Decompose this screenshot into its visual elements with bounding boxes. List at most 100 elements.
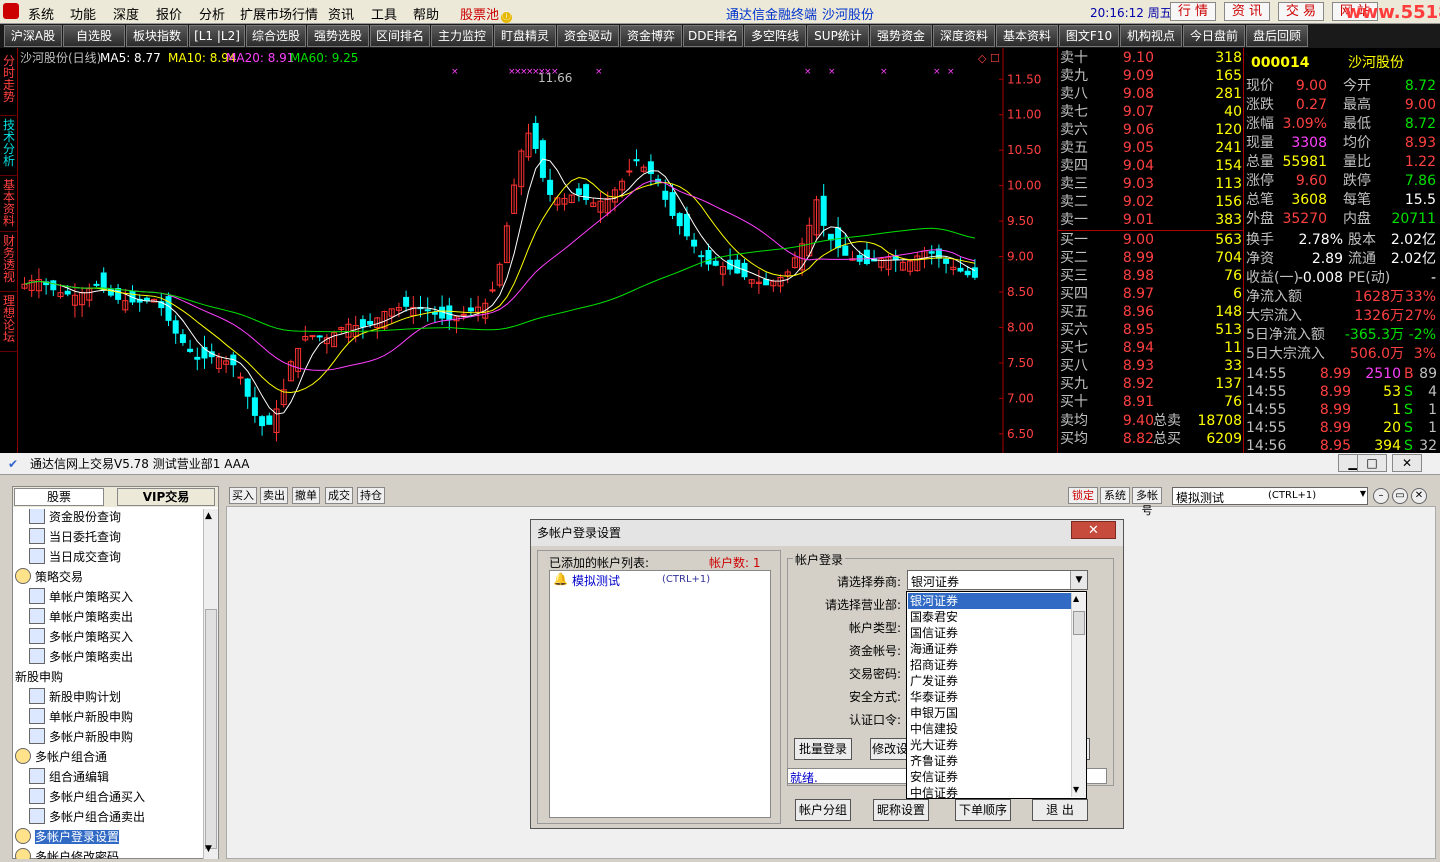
tab-14[interactable]: 强势资金 — [870, 25, 932, 47]
tree-item-17[interactable]: 多帐户修改密码 — [15, 847, 119, 859]
order-sequence-button[interactable]: 下单顺序 — [955, 799, 1011, 821]
trade-right-toolbar-2[interactable]: 多帐号 — [1132, 487, 1162, 517]
tree-item-15[interactable]: 多帐户组合通卖出 — [29, 807, 145, 827]
tab-10[interactable]: 资金博弈 — [620, 25, 682, 47]
tree-item-11[interactable]: 多帐户新股申购 — [29, 727, 133, 747]
tab-3[interactable]: [L1 |L2] — [189, 25, 245, 47]
menu-depth[interactable]: 深度 — [113, 4, 139, 23]
tab-stock[interactable]: 股票 — [14, 488, 104, 506]
menu-quote[interactable]: 报价 — [156, 4, 182, 23]
tree-item-3[interactable]: 策略交易 — [15, 567, 83, 587]
trade-toolbar-4[interactable]: 持仓 — [357, 487, 385, 504]
stock-pool-menu[interactable]: 股票池 ⓘ — [460, 4, 513, 23]
tree-item-9[interactable]: 新股申购计划 — [29, 687, 121, 707]
trade-toolbar-1[interactable]: 卖出 — [260, 487, 288, 504]
broker-option[interactable]: 国泰君安 — [908, 609, 1071, 625]
chevron-down-icon[interactable]: ▼ — [1360, 489, 1366, 498]
tab-2[interactable]: 板块指数 — [126, 25, 188, 47]
panel-minimize-icon[interactable]: – — [1373, 488, 1389, 504]
account-select[interactable]: 模拟测试 (CTRL+1) ▼ — [1172, 487, 1368, 505]
chart-corner-icons[interactable]: ◇ ☐ — [978, 52, 1000, 65]
tab-17[interactable]: 图文F10 — [1059, 25, 1119, 47]
broker-option[interactable]: 国信证券 — [908, 625, 1071, 641]
menu-function[interactable]: 功能 — [70, 4, 96, 23]
tab-1[interactable]: 自选股 — [63, 25, 125, 47]
tab-0[interactable]: 沪深A股 — [4, 25, 62, 47]
broker-option[interactable]: 齐鲁证券 — [908, 753, 1071, 769]
menu-extended-market[interactable]: 扩展市场行情 — [240, 4, 318, 23]
broker-option[interactable]: 申银万国 — [908, 705, 1071, 721]
vtab-1[interactable]: 技术分析 — [0, 116, 18, 176]
menu-system[interactable]: 系统 — [28, 4, 54, 23]
quote-button[interactable]: 行 情 — [1170, 2, 1216, 21]
trade-toolbar-0[interactable]: 买入 — [229, 487, 257, 504]
chevron-down-icon[interactable]: ▼ — [1070, 571, 1087, 589]
tree-scrollbar[interactable]: ▲ ▼ — [203, 509, 218, 859]
menu-analysis[interactable]: 分析 — [199, 4, 225, 23]
panel-restore-icon[interactable]: ▭ — [1392, 488, 1408, 504]
trade-right-toolbar-1[interactable]: 系统 — [1100, 487, 1130, 504]
vtab-4[interactable]: 理想论坛 — [0, 292, 18, 352]
broker-option[interactable]: 华泰证券 — [908, 689, 1071, 705]
scroll-down-icon[interactable]: ▼ — [205, 844, 212, 854]
nickname-settings-button[interactable]: 昵称设置 — [873, 799, 929, 821]
tree-item-10[interactable]: 单帐户新股申购 — [29, 707, 133, 727]
broker-option[interactable]: 中信证券 — [908, 785, 1071, 801]
broker-option[interactable]: 广发证券 — [908, 673, 1071, 689]
tab-6[interactable]: 区间排名 — [370, 25, 430, 47]
tab-16[interactable]: 基本资料 — [996, 25, 1058, 47]
tab-18[interactable]: 机构视点 — [1120, 25, 1182, 47]
tab-11[interactable]: DDE排名 — [683, 25, 743, 47]
tree-item-12[interactable]: 多帐户组合通 — [15, 747, 107, 767]
dropdown-scroll-thumb[interactable] — [1073, 611, 1085, 635]
tab-9[interactable]: 资金驱动 — [557, 25, 619, 47]
close-button[interactable]: ✕ — [1392, 454, 1422, 472]
broker-option[interactable]: 光大证券 — [908, 737, 1071, 753]
tree-item-16[interactable]: 多帐户登录设置 — [15, 827, 120, 847]
menu-info[interactable]: 资讯 — [328, 4, 354, 23]
tab-5[interactable]: 强势选股 — [307, 25, 369, 47]
broker-option[interactable]: 安信证券 — [908, 769, 1071, 785]
tab-20[interactable]: 盘后回顾 — [1246, 25, 1308, 47]
modify-settings-button[interactable]: 修改设 — [870, 738, 910, 760]
broker-dropdown-list[interactable]: ▲ ▼ 银河证券 国泰君安 国信证券 海通证券 招商证券 广发证券 华泰证券 申银万国 中信建投… — [906, 591, 1087, 801]
tree-item-4[interactable]: 单帐户策略买入 — [29, 587, 133, 607]
tree-item-5[interactable]: 单帐户策略卖出 — [29, 607, 133, 627]
kline-chart[interactable]: 沙河股份(日线)MA5: 8.77 MA10: 8.94MA20: 8.91MA6… — [18, 48, 1057, 453]
account-group-button[interactable]: 帐户分组 — [795, 799, 851, 821]
tree-item-1[interactable]: 当日委托查询 — [29, 527, 121, 547]
broker-option[interactable]: 海通证券 — [908, 641, 1071, 657]
broker-option[interactable]: 银河证券 — [908, 593, 1071, 609]
scroll-thumb[interactable] — [205, 609, 217, 849]
tab-8[interactable]: 盯盘精灵 — [494, 25, 556, 47]
vtab-0[interactable]: 分时走势 — [0, 52, 18, 116]
tree-item-13[interactable]: 组合通编辑 — [29, 767, 109, 787]
tree-item-7[interactable]: 多帐户策略卖出 — [29, 647, 133, 667]
broker-select[interactable]: 银河证券 ▼ — [907, 570, 1088, 590]
tree-item-8[interactable]: 新股申购 — [15, 667, 63, 687]
tab-19[interactable]: 今日盘前 — [1183, 25, 1245, 47]
broker-option[interactable]: 招商证券 — [908, 657, 1071, 673]
tree-item-0[interactable]: 资金股份查询 — [29, 509, 121, 527]
tab-13[interactable]: SUP统计 — [807, 25, 869, 47]
menu-help[interactable]: 帮助 — [413, 4, 439, 23]
menu-tools[interactable]: 工具 — [371, 4, 397, 23]
maximize-button[interactable]: □ — [1357, 454, 1387, 472]
account-list-item[interactable]: 🔔 模拟测试 (CTRL+1) — [550, 571, 770, 589]
vtab-2[interactable]: 基本资料 — [0, 176, 18, 232]
dialog-close-button[interactable]: ✕ — [1071, 521, 1116, 539]
vtab-3[interactable]: 财务透视 — [0, 232, 18, 292]
tab-15[interactable]: 深度资料 — [933, 25, 995, 47]
info-button[interactable]: 资 讯 — [1224, 2, 1270, 21]
panel-close-icon[interactable]: ✕ — [1411, 488, 1427, 504]
tab-7[interactable]: 主力监控 — [431, 25, 493, 47]
tree-item-2[interactable]: 当日成交查询 — [29, 547, 121, 567]
tree-item-6[interactable]: 多帐户策略买入 — [29, 627, 133, 647]
tree-item-14[interactable]: 多帐户组合通买入 — [29, 787, 145, 807]
dropdown-scroll-up-icon[interactable]: ▲ — [1073, 594, 1079, 603]
trade-toolbar-2[interactable]: 撤单 — [292, 487, 320, 504]
dropdown-scrollbar[interactable]: ▲ ▼ — [1071, 593, 1086, 797]
trade-right-toolbar-0[interactable]: 锁定 — [1068, 487, 1098, 504]
scroll-up-icon[interactable]: ▲ — [205, 511, 212, 521]
tab-12[interactable]: 多空阵线 — [744, 25, 806, 47]
